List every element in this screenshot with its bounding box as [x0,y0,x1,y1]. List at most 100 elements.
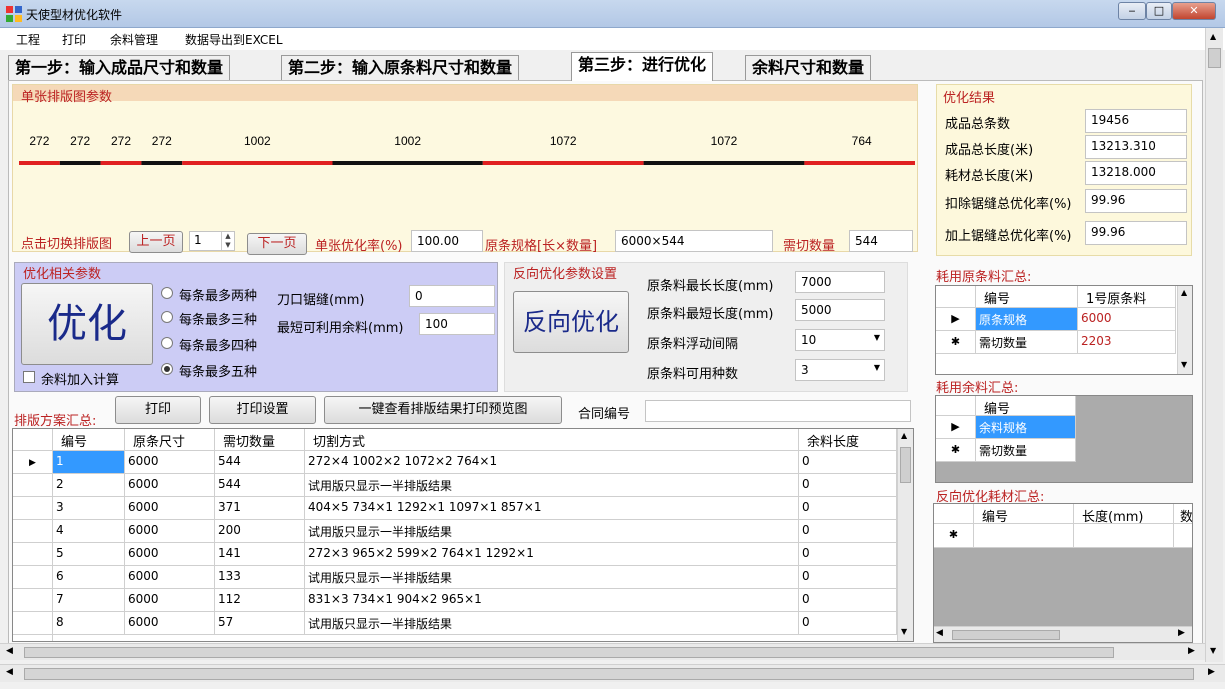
print-preview-button[interactable]: 一键查看排版结果打印预览图 [324,396,562,424]
row-header[interactable] [13,612,53,635]
table-cell[interactable]: 4 [53,520,125,543]
scroll-thumb[interactable] [24,647,1114,658]
minimize-button[interactable]: ‒ [1118,2,1146,20]
min-remnant-field[interactable]: 100 [419,313,495,335]
table-cell[interactable]: 6000 [125,566,215,589]
table-cell[interactable]: 0 [799,520,897,543]
table-cell[interactable]: 3 [53,497,125,520]
table-cell[interactable]: 112 [215,589,305,612]
table-cell[interactable]: 371 [215,497,305,520]
table-cell[interactable]: 0 [799,474,897,497]
radio-four-kinds[interactable] [161,337,173,349]
row-header[interactable] [13,566,53,589]
scroll-thumb[interactable] [24,668,1194,680]
table-cell[interactable]: 2203 [1078,331,1176,354]
menu-print[interactable]: 打印 [62,31,86,48]
table-cell[interactable]: 404×5 734×1 1292×1 1097×1 857×1 [305,497,799,520]
column-header[interactable]: 编号 [974,504,1074,525]
table-cell[interactable]: 141 [215,543,305,566]
table-cell[interactable]: 6000 [125,612,215,635]
table-cell[interactable]: 133 [215,566,305,589]
row-header[interactable]: ▶ [13,451,53,474]
column-header[interactable]: 编号 [976,286,1078,308]
tab-remnant[interactable]: 余料尺寸和数量 [745,55,872,80]
table-cell[interactable]: 余料规格 [976,416,1076,439]
contract-field[interactable] [645,400,911,422]
row-header[interactable] [13,474,53,497]
result-value[interactable]: 19456 [1085,109,1187,133]
scroll-left-icon[interactable]: ◀ [6,667,13,677]
menu-export-excel[interactable]: 数据导出到EXCEL [185,31,283,48]
window-hscroll[interactable]: ◀ ▶ [0,664,1225,682]
radio-two-kinds[interactable] [161,287,173,299]
table-cell[interactable]: 0 [799,497,897,520]
result-value[interactable]: 13218.000 [1085,161,1187,185]
table-cell[interactable]: 需切数量 [976,439,1076,462]
scroll-down-icon[interactable]: ▼ [1181,360,1187,369]
radio-three-kinds[interactable] [161,311,173,323]
table-cell[interactable]: 试用版只显示一半排版结果 [305,474,799,497]
column-header[interactable]: 1号原条料 [1078,286,1176,308]
table-cell[interactable]: 6000 [1078,308,1176,331]
scroll-left-icon[interactable]: ◀ [936,628,943,638]
table-cell[interactable]: 8 [53,612,125,635]
max-length-field[interactable]: 7000 [795,271,885,293]
raw-vscroll[interactable]: ▲ ▼ [1177,286,1192,374]
scroll-right-icon[interactable]: ▶ [1178,628,1185,638]
scroll-right-icon[interactable]: ▶ [1208,667,1215,677]
column-header[interactable]: 切割方式 [305,429,799,451]
column-header[interactable]: 编号 [976,396,1076,417]
scroll-thumb[interactable] [900,447,911,483]
result-value[interactable]: 13213.310 [1085,135,1187,159]
table-cell[interactable]: 6000 [125,589,215,612]
table-cell[interactable]: 272×4 1002×2 1072×2 764×1 [305,451,799,474]
column-header[interactable]: 余料长度 [799,429,897,451]
table-cell[interactable]: 0 [799,543,897,566]
reverse-hscroll[interactable]: ◀ ▶ [934,626,1192,642]
row-header[interactable] [13,497,53,520]
scroll-up-icon[interactable]: ▲ [1210,32,1216,41]
table-cell[interactable]: 200 [215,520,305,543]
next-page-button[interactable]: 下一页 [247,233,307,255]
print-setup-button[interactable]: 打印设置 [209,396,316,424]
row-header[interactable]: ▶ [936,308,976,331]
panel-hscroll[interactable]: ◀ ▶ [0,643,1205,660]
table-cell[interactable]: 57 [215,612,305,635]
table-cell[interactable]: 试用版只显示一半排版结果 [305,566,799,589]
scroll-down-icon[interactable]: ▼ [1210,646,1216,655]
column-header[interactable]: 数 [1174,504,1192,525]
tab-step1[interactable]: 第一步：输入成品尺寸和数量 [8,55,231,80]
table-cell[interactable]: 2 [53,474,125,497]
menu-remnant[interactable]: 余料管理 [110,31,158,48]
print-button[interactable]: 打印 [115,396,201,424]
table-cell[interactable]: 0 [799,566,897,589]
need-field[interactable]: 544 [849,230,913,252]
table-cell[interactable]: 6000 [125,451,215,474]
close-button[interactable]: ✕ [1172,2,1216,20]
column-header[interactable]: 原条尺寸 [125,429,215,451]
remnant-checkbox[interactable] [23,371,35,383]
result-value[interactable]: 99.96 [1085,189,1187,213]
table-cell[interactable] [974,524,1074,548]
table-cell[interactable]: 0 [799,612,897,635]
kinds-select[interactable]: 3 ▼ [795,359,885,381]
scroll-up-icon[interactable]: ▲ [1181,288,1187,297]
optimize-button[interactable]: 优化 [21,283,153,365]
table-cell[interactable]: 0 [799,451,897,474]
row-header[interactable] [13,543,53,566]
table-cell[interactable]: 0 [799,589,897,612]
plan-vscroll[interactable]: ▲ ▼ [897,429,913,641]
table-cell[interactable]: 试用版只显示一半排版结果 [305,520,799,543]
table-cell[interactable]: 7 [53,589,125,612]
table-cell[interactable]: 6000 [125,520,215,543]
row-header[interactable] [13,589,53,612]
result-value[interactable]: 99.96 [1085,221,1187,245]
scroll-left-icon[interactable]: ◀ [6,646,13,656]
spinner-arrows-icon[interactable]: ▲ ▼ [221,232,234,250]
table-cell[interactable]: 5 [53,543,125,566]
table-cell[interactable]: 6000 [125,497,215,520]
table-cell[interactable]: 544 [215,474,305,497]
maximize-button[interactable]: □ [1146,2,1172,20]
column-header[interactable]: 编号 [53,429,125,451]
tab-step3[interactable]: 第三步：进行优化 [571,52,714,81]
